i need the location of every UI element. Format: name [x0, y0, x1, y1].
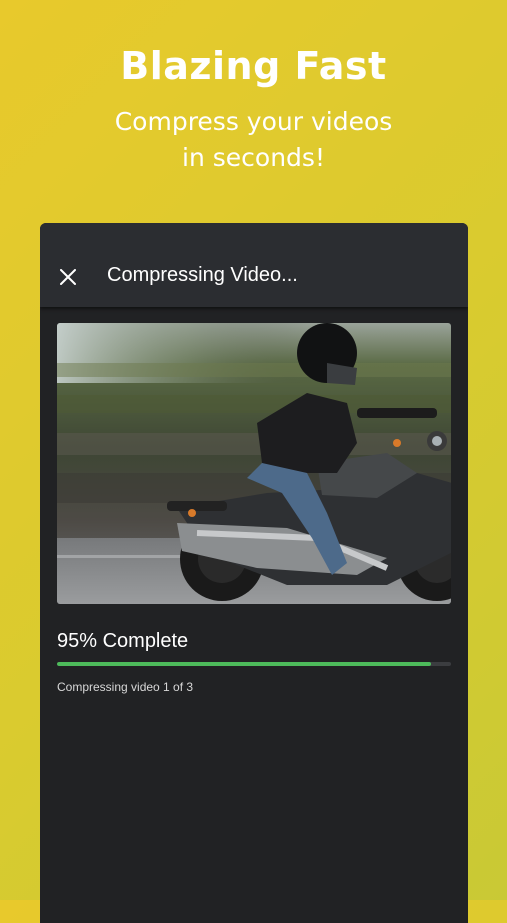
subheadline-line-1: Compress your videos	[114, 107, 393, 136]
app-bar: Compressing Video...	[40, 223, 468, 307]
subheadline: Compress your videos in seconds!	[0, 104, 507, 176]
headline: Blazing Fast	[120, 44, 387, 88]
progress-bar-fill	[57, 662, 432, 666]
motorcycle-rider-image	[57, 323, 451, 604]
close-button[interactable]	[54, 259, 82, 295]
status-text: Compressing video 1 of 3	[57, 680, 194, 694]
app-bar-title: Compressing Video...	[107, 264, 298, 286]
progress-bar	[57, 662, 451, 666]
close-icon	[60, 269, 76, 285]
subheadline-line-2: in seconds!	[182, 143, 325, 172]
progress-label: 95% Complete	[57, 630, 189, 652]
app-screen: Compressing Video... 95% Complete Compre…	[40, 223, 468, 923]
video-thumbnail	[57, 323, 451, 604]
